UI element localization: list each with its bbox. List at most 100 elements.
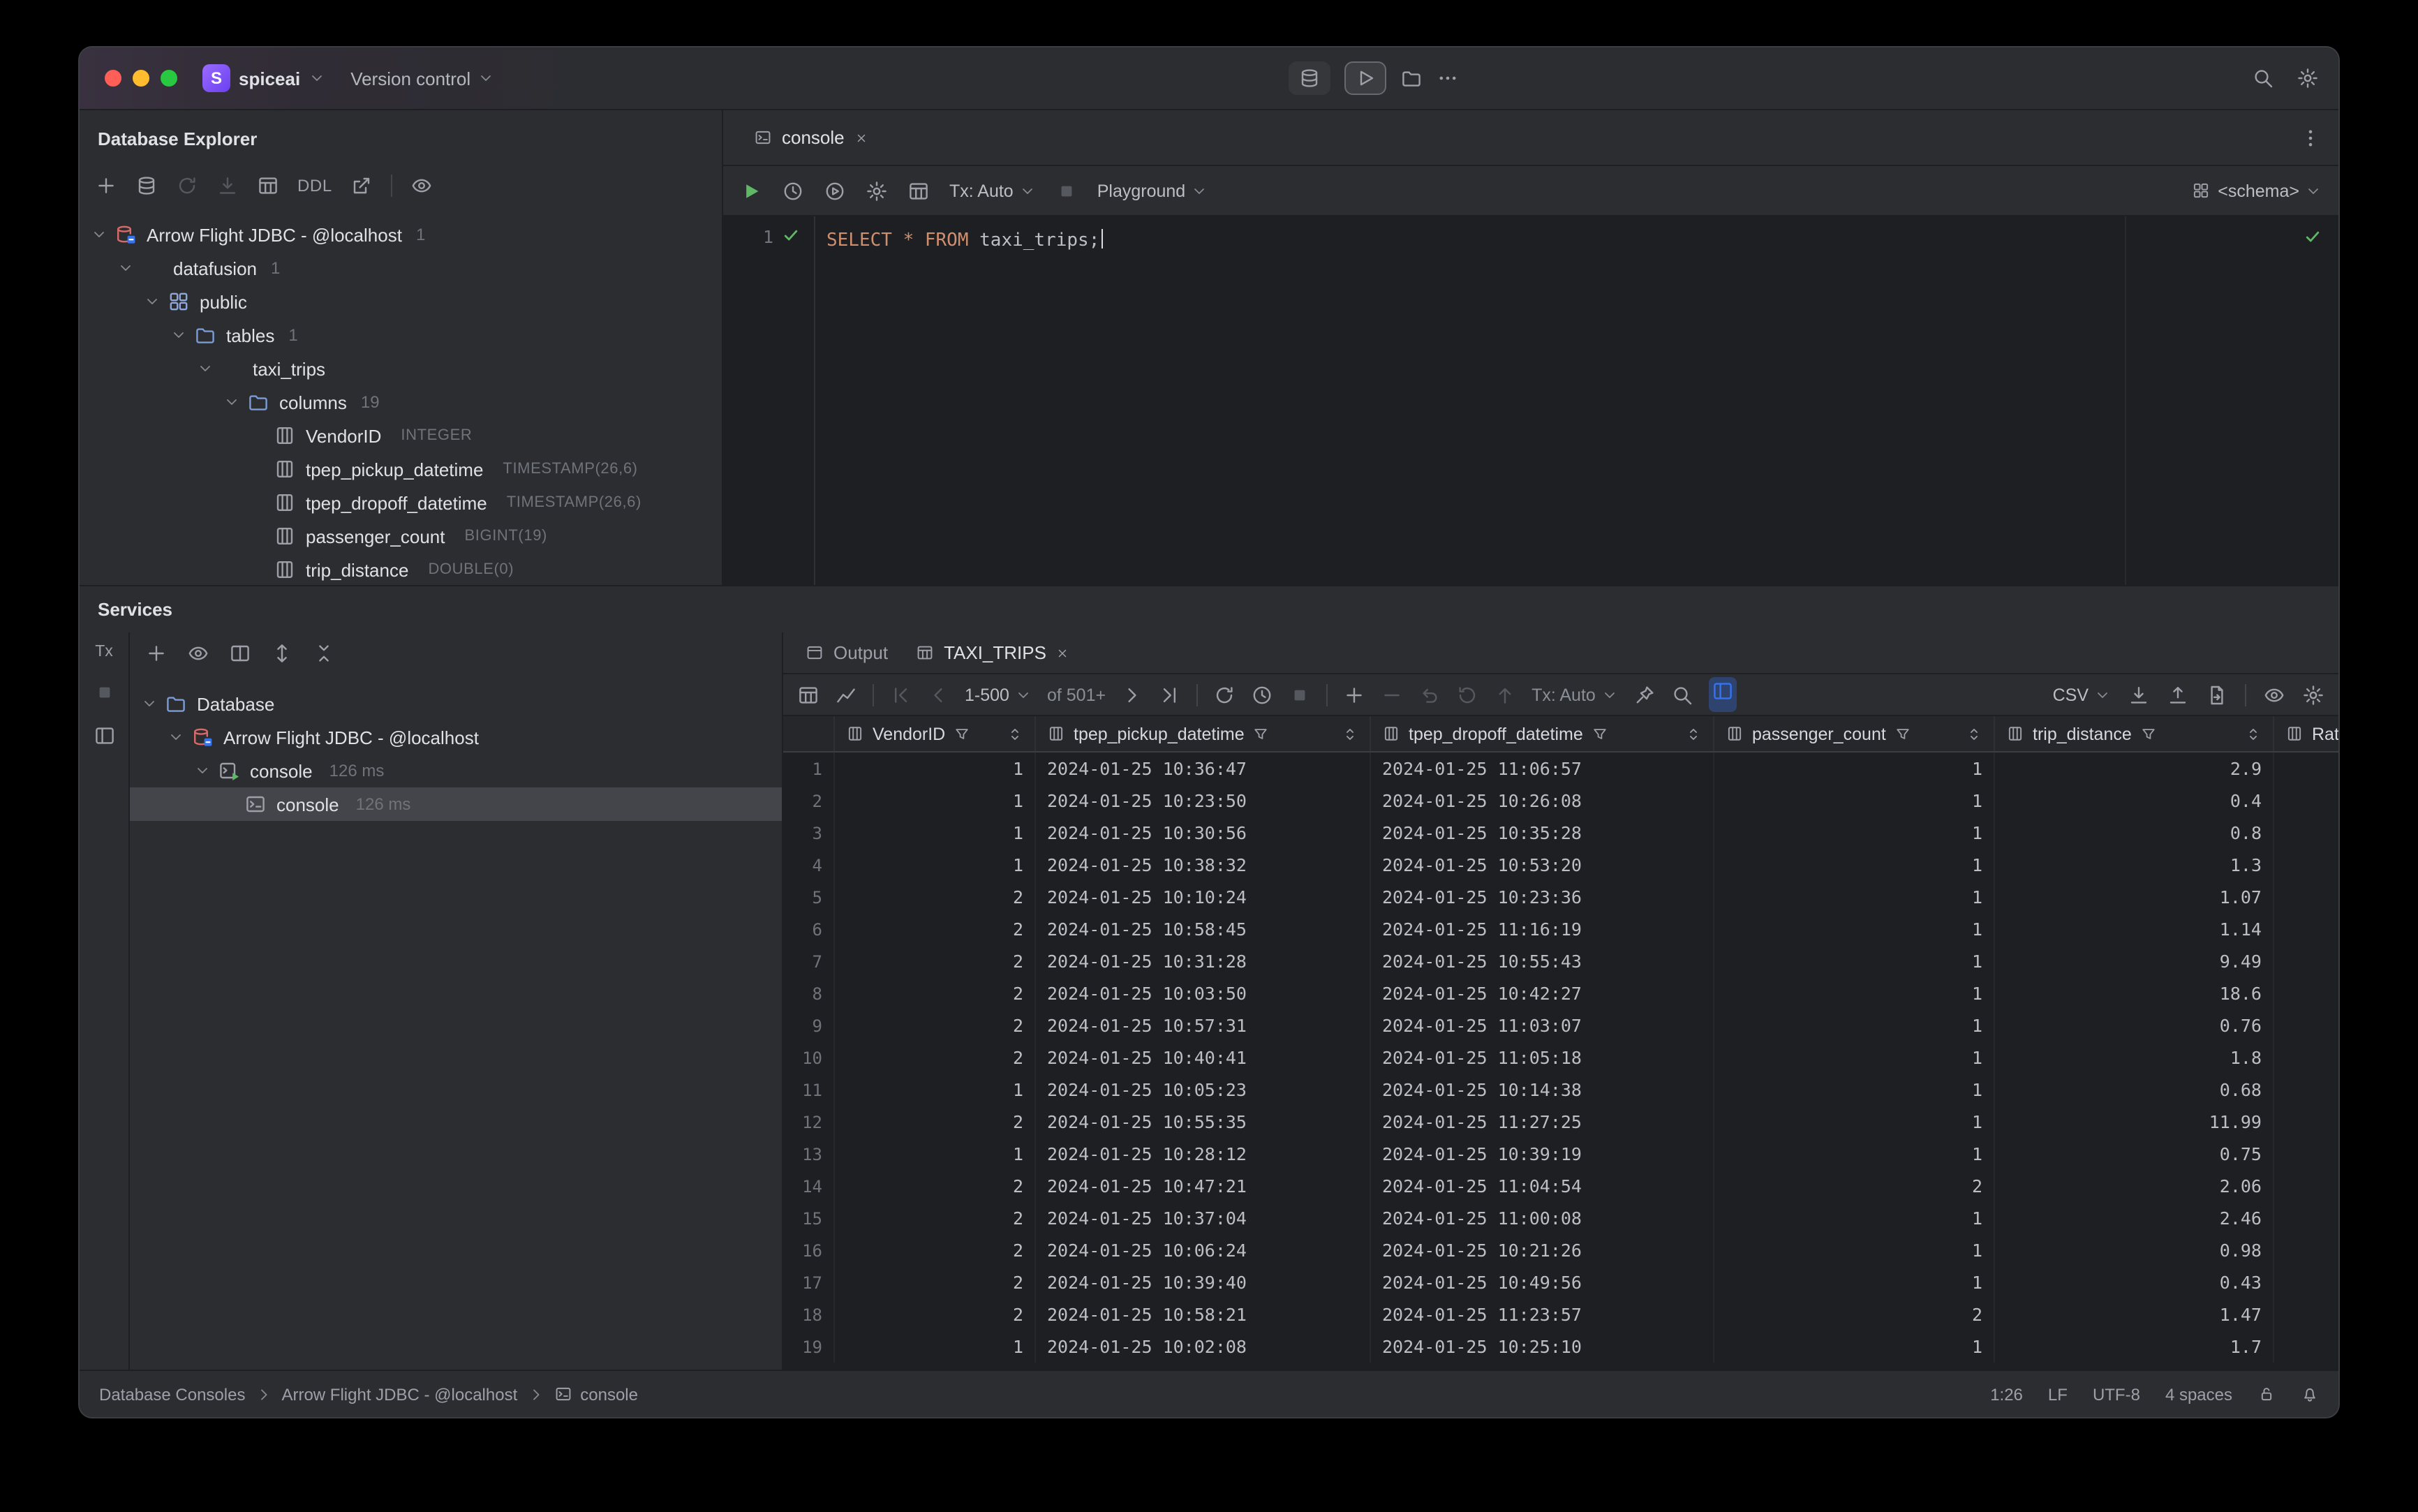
cell[interactable]: 1: [835, 785, 1036, 817]
breadcrumb[interactable]: Arrow Flight JDBC - @localhost: [281, 1384, 517, 1404]
cell[interactable]: 2: [835, 1202, 1036, 1234]
cell[interactable]: 2: [835, 1234, 1036, 1266]
chevron-down-icon[interactable]: [194, 762, 211, 779]
cell[interactable]: 2024-01-25 10:03:50: [1036, 977, 1371, 1009]
cell[interactable]: [2274, 1298, 2338, 1331]
cell[interactable]: 2024-01-25 10:35:28: [1371, 817, 1714, 849]
lock-icon[interactable]: [2257, 1385, 2276, 1403]
cell[interactable]: [2274, 1009, 2338, 1042]
table-row[interactable]: 16 2 2024-01-25 10:06:24 2024-01-25 10:21:2…: [783, 1234, 2338, 1266]
cell[interactable]: [2274, 753, 2338, 785]
table-view-icon[interactable]: [797, 683, 819, 706]
cell[interactable]: 2.06: [1995, 1170, 2274, 1202]
cell[interactable]: [2274, 1074, 2338, 1106]
database-tool-button[interactable]: [1288, 61, 1330, 95]
table-row[interactable]: 13 1 2024-01-25 10:28:12 2024-01-25 10:39:1…: [783, 1138, 2338, 1170]
cell[interactable]: 1.47: [1995, 1298, 2274, 1331]
file-encoding[interactable]: UTF-8: [2093, 1384, 2140, 1404]
column-header[interactable]: VendorID: [835, 716, 1036, 751]
tree-item[interactable]: Arrow Flight JDBC - @localhost 1: [80, 218, 722, 251]
cell[interactable]: 1: [1714, 817, 1995, 849]
cell[interactable]: 1: [1714, 1234, 1995, 1266]
history-icon[interactable]: [1251, 683, 1273, 706]
cell[interactable]: 0.43: [1995, 1266, 2274, 1298]
cell[interactable]: 11.99: [1995, 1106, 2274, 1138]
submit-icon[interactable]: [1494, 683, 1516, 706]
sort-icon[interactable]: [1966, 725, 1982, 742]
tree-item[interactable]: tpep_pickup_datetime TIMESTAMP(26,6): [80, 452, 722, 486]
table-row[interactable]: 10 2 2024-01-25 10:40:41 2024-01-25 11:05:1…: [783, 1042, 2338, 1074]
cell[interactable]: 2: [835, 1170, 1036, 1202]
cell[interactable]: [2274, 1170, 2338, 1202]
table-row[interactable]: 19 1 2024-01-25 10:02:08 2024-01-25 10:25:1…: [783, 1331, 2338, 1363]
cell[interactable]: 2024-01-25 11:00:08: [1371, 1202, 1714, 1234]
cell[interactable]: [2274, 849, 2338, 881]
cell[interactable]: 0.8: [1995, 817, 2274, 849]
undo-icon[interactable]: [1418, 683, 1441, 706]
cell[interactable]: 2: [835, 913, 1036, 945]
service-item[interactable]: Arrow Flight JDBC - @localhost: [130, 720, 782, 754]
service-item[interactable]: console 126 ms: [130, 787, 782, 821]
sql-statement[interactable]: SELECT * FROM taxi_trips;: [826, 229, 1104, 253]
cell[interactable]: [2274, 817, 2338, 849]
cell[interactable]: 1.14: [1995, 913, 2274, 945]
cell[interactable]: 2024-01-25 11:03:07: [1371, 1009, 1714, 1042]
run-widget-button[interactable]: [1344, 61, 1386, 95]
cell[interactable]: 1.8: [1995, 1042, 2274, 1074]
go-to-ddl-icon[interactable]: [350, 175, 373, 197]
history-icon[interactable]: [782, 179, 804, 202]
cell[interactable]: 1: [1714, 753, 1995, 785]
cell[interactable]: 2024-01-25 10:23:50: [1036, 785, 1371, 817]
tree-item[interactable]: VendorID INTEGER: [80, 419, 722, 452]
playground-dropdown[interactable]: Playground: [1097, 181, 1208, 200]
cell[interactable]: [2274, 881, 2338, 913]
cell[interactable]: 0.75: [1995, 1138, 2274, 1170]
tx-stripe-button[interactable]: Tx: [95, 644, 113, 660]
export-format-dropdown[interactable]: CSV: [2053, 685, 2111, 704]
cell[interactable]: [2274, 1234, 2338, 1266]
cell[interactable]: 2: [835, 1266, 1036, 1298]
filter-icon[interactable]: [954, 725, 970, 742]
cell[interactable]: 9.49: [1995, 945, 2274, 977]
export-to-file-icon[interactable]: [2206, 683, 2228, 706]
service-item[interactable]: Database: [130, 687, 782, 720]
stop-icon[interactable]: [1289, 683, 1311, 706]
cell[interactable]: 2024-01-25 10:49:56: [1371, 1266, 1714, 1298]
table-row[interactable]: 15 2 2024-01-25 10:37:04 2024-01-25 11:00:0…: [783, 1202, 2338, 1234]
cell[interactable]: 2: [835, 1106, 1036, 1138]
table-row[interactable]: 14 2 2024-01-25 10:47:21 2024-01-25 11:04:5…: [783, 1170, 2338, 1202]
table-row[interactable]: 1 1 2024-01-25 10:36:47 2024-01-25 11:06:57…: [783, 753, 2338, 785]
chevron-down-icon[interactable]: [91, 226, 107, 243]
browse-tables-icon[interactable]: [907, 179, 930, 202]
cell[interactable]: 1: [1714, 1009, 1995, 1042]
table-row[interactable]: 9 2 2024-01-25 10:57:31 2024-01-25 11:03:07…: [783, 1009, 2338, 1042]
cell[interactable]: 2024-01-25 10:39:19: [1371, 1138, 1714, 1170]
tree-item[interactable]: columns 19: [80, 385, 722, 419]
cell[interactable]: 2: [1714, 1298, 1995, 1331]
cell[interactable]: 2024-01-25 10:36:47: [1036, 753, 1371, 785]
table-row[interactable]: 11 1 2024-01-25 10:05:23 2024-01-25 10:14:3…: [783, 1074, 2338, 1106]
column-header[interactable]: passenger_count: [1714, 716, 1995, 751]
cell[interactable]: 1: [835, 753, 1036, 785]
cell[interactable]: 1: [835, 1331, 1036, 1363]
cell[interactable]: 1: [1714, 785, 1995, 817]
import-data-icon[interactable]: [2167, 683, 2189, 706]
notifications-icon[interactable]: [2301, 1385, 2319, 1403]
table-row[interactable]: 2 1 2024-01-25 10:23:50 2024-01-25 10:26:08…: [783, 785, 2338, 817]
cell[interactable]: 2024-01-25 10:25:10: [1371, 1331, 1714, 1363]
chevron-down-icon[interactable]: [144, 293, 161, 310]
cell[interactable]: 2: [835, 977, 1036, 1009]
tab-console[interactable]: console: [740, 110, 882, 165]
cell[interactable]: 2024-01-25 10:28:12: [1036, 1138, 1371, 1170]
cell[interactable]: 2024-01-25 10:10:24: [1036, 881, 1371, 913]
cell[interactable]: 2024-01-25 10:42:27: [1371, 977, 1714, 1009]
chart-view-icon[interactable]: [835, 683, 857, 706]
cell[interactable]: [2274, 1202, 2338, 1234]
open-in-split-icon[interactable]: [229, 642, 251, 665]
cell[interactable]: 1: [1714, 1042, 1995, 1074]
cell[interactable]: 2024-01-25 10:58:45: [1036, 913, 1371, 945]
show-panel-toggle[interactable]: [1708, 677, 1737, 712]
next-page-icon[interactable]: [1121, 683, 1143, 706]
cell[interactable]: 2024-01-25 10:58:21: [1036, 1298, 1371, 1331]
tree-item[interactable]: passenger_count BIGINT(19): [80, 519, 722, 553]
